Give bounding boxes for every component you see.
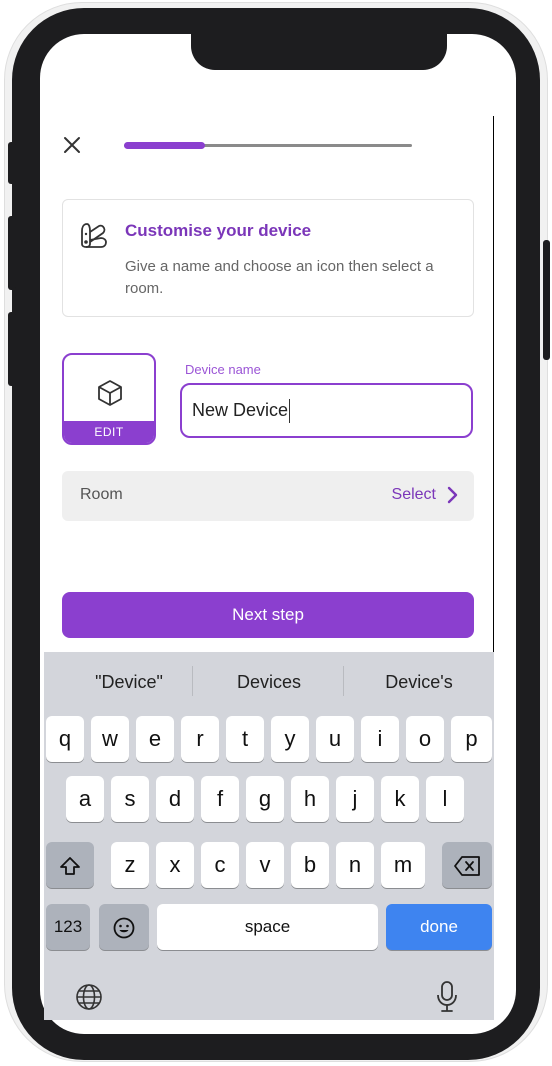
key[interactable]: u	[316, 716, 354, 762]
key[interactable]: n	[336, 842, 374, 888]
room-label: Room	[80, 486, 123, 503]
key[interactable]: c	[201, 842, 239, 888]
key[interactable]: t	[226, 716, 264, 762]
suggestion-item[interactable]: "Device"	[64, 672, 194, 693]
suggestion-item[interactable]: Devices	[204, 672, 334, 693]
key[interactable]: q	[46, 716, 84, 762]
key[interactable]: j	[336, 776, 374, 822]
emoji-icon	[113, 917, 135, 939]
cube-icon	[98, 380, 122, 406]
room-select-link[interactable]: Select	[392, 486, 436, 504]
key[interactable]: w	[91, 716, 129, 762]
backspace-icon	[454, 856, 480, 877]
backspace-key[interactable]	[442, 842, 492, 888]
key[interactable]: a	[66, 776, 104, 822]
text-caret	[289, 399, 291, 424]
key[interactable]: y	[271, 716, 309, 762]
progress-fill	[124, 142, 205, 149]
edit-icon-button[interactable]: EDIT	[64, 421, 154, 443]
key[interactable]: f	[201, 776, 239, 822]
globe-icon[interactable]	[74, 982, 104, 1012]
notch	[191, 34, 447, 70]
emoji-key[interactable]	[99, 904, 149, 950]
info-card: Customise your device Give a name and ch…	[62, 199, 474, 317]
suggestion-divider	[192, 666, 193, 696]
device-name-value: New Device	[192, 400, 289, 420]
keyboard: "Device" Devices Device's q w e r t y u …	[44, 652, 494, 1020]
microphone-icon[interactable]	[436, 980, 458, 1014]
shift-icon	[60, 857, 80, 876]
info-subtitle: Give a name and choose an icon then sele…	[125, 258, 434, 297]
key[interactable]: l	[426, 776, 464, 822]
volume-down-button	[8, 312, 16, 386]
key[interactable]: o	[406, 716, 444, 762]
suggestion-divider	[343, 666, 344, 696]
key[interactable]: m	[381, 842, 425, 888]
chevron-right-icon	[447, 486, 458, 504]
device-name-input[interactable]: New Device	[180, 383, 473, 438]
device-icon-tile[interactable]: EDIT	[62, 353, 156, 445]
space-key[interactable]: space	[157, 904, 378, 950]
mute-switch	[8, 142, 16, 184]
suggestion-bar: "Device" Devices Device's	[44, 652, 494, 712]
shift-key[interactable]	[46, 842, 94, 888]
key[interactable]: k	[381, 776, 419, 822]
room-selector[interactable]: Room Select	[62, 471, 474, 521]
key[interactable]: b	[291, 842, 329, 888]
numbers-key[interactable]: 123	[46, 904, 90, 950]
progress-bar	[124, 142, 412, 149]
key[interactable]: v	[246, 842, 284, 888]
volume-up-button	[8, 216, 16, 290]
key[interactable]: g	[246, 776, 284, 822]
key[interactable]: h	[291, 776, 329, 822]
key[interactable]: s	[111, 776, 149, 822]
key[interactable]: i	[361, 716, 399, 762]
info-title: Customise your device	[125, 221, 312, 240]
key[interactable]: r	[181, 716, 219, 762]
key[interactable]: e	[136, 716, 174, 762]
key[interactable]: x	[156, 842, 194, 888]
power-button	[543, 240, 550, 360]
key[interactable]: d	[156, 776, 194, 822]
key[interactable]: z	[111, 842, 149, 888]
next-step-button[interactable]: Next step	[62, 592, 474, 638]
done-key[interactable]: done	[386, 904, 492, 950]
suggestion-item[interactable]: Device's	[354, 672, 484, 693]
key[interactable]: p	[451, 716, 492, 762]
device-name-label: Device name	[185, 362, 261, 377]
close-icon[interactable]	[58, 131, 86, 159]
palette-icon	[81, 223, 107, 248]
